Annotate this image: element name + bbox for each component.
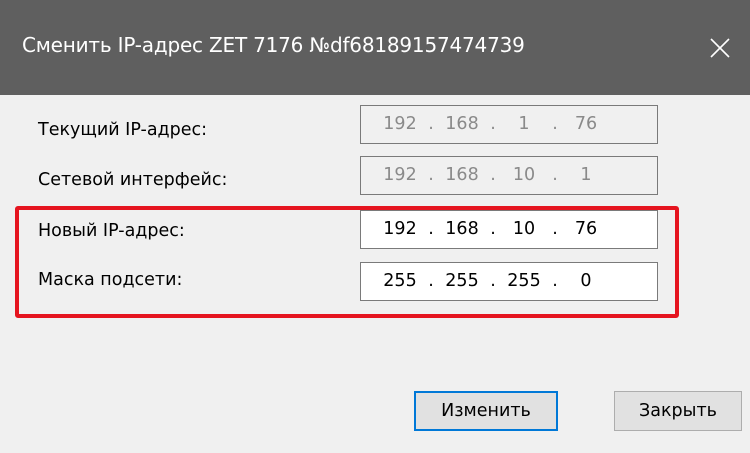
ip-separator: . (428, 219, 434, 239)
network-interface-label: Сетевой интерфейс: (38, 170, 228, 190)
title-bar: Сменить IP-адрес ZET 7176 №df68189157474… (0, 0, 750, 95)
subnet-mask-field[interactable]: 255 . 255 . 255 . 0 (360, 262, 658, 301)
ip-separator: . (552, 165, 558, 185)
interface-octet-3: 10 (512, 165, 536, 185)
ip-separator: . (552, 114, 558, 134)
close-icon (710, 37, 730, 58)
mask-octet-4[interactable]: 0 (563, 263, 609, 300)
current-ip-octet-4: 76 (574, 114, 598, 134)
ip-separator: . (552, 271, 558, 291)
new-ip-octet-1[interactable]: 192 (377, 211, 423, 248)
change-button[interactable]: Изменить (414, 391, 558, 431)
close-window-button[interactable] (690, 0, 750, 95)
interface-octet-2: 168 (445, 165, 479, 185)
ip-separator: . (490, 114, 496, 134)
current-ip-octet-2: 168 (445, 114, 479, 134)
mask-octet-3[interactable]: 255 (501, 263, 547, 300)
ip-separator: . (490, 165, 496, 185)
ip-separator: . (428, 165, 434, 185)
ip-separator: . (490, 219, 496, 239)
current-ip-octet-1: 192 (383, 114, 417, 134)
new-ip-octet-3[interactable]: 10 (501, 211, 547, 248)
ip-separator: . (428, 114, 434, 134)
interface-octet-4: 1 (580, 165, 592, 185)
network-interface-field: 192 . 168 . 10 . 1 (360, 156, 658, 195)
close-button[interactable]: Закрыть (614, 391, 742, 431)
change-ip-dialog: Сменить IP-адрес ZET 7176 №df68189157474… (0, 0, 750, 453)
current-ip-label: Текущий IP-адрес: (38, 120, 208, 140)
new-ip-octet-4[interactable]: 76 (563, 211, 609, 248)
window-title: Сменить IP-адрес ZET 7176 №df68189157474… (22, 33, 525, 57)
subnet-mask-label: Маска подсети: (38, 270, 183, 290)
current-ip-octet-3: 1 (518, 114, 530, 134)
new-ip-label: Новый IP-адрес: (38, 221, 185, 241)
ip-separator: . (490, 271, 496, 291)
current-ip-field: 192 . 168 . 1 . 76 (360, 105, 658, 144)
mask-octet-2[interactable]: 255 (439, 263, 485, 300)
mask-octet-1[interactable]: 255 (377, 263, 423, 300)
new-ip-octet-2[interactable]: 168 (439, 211, 485, 248)
ip-separator: . (552, 219, 558, 239)
interface-octet-1: 192 (383, 165, 417, 185)
new-ip-field[interactable]: 192 . 168 . 10 . 76 (360, 210, 658, 249)
ip-separator: . (428, 271, 434, 291)
